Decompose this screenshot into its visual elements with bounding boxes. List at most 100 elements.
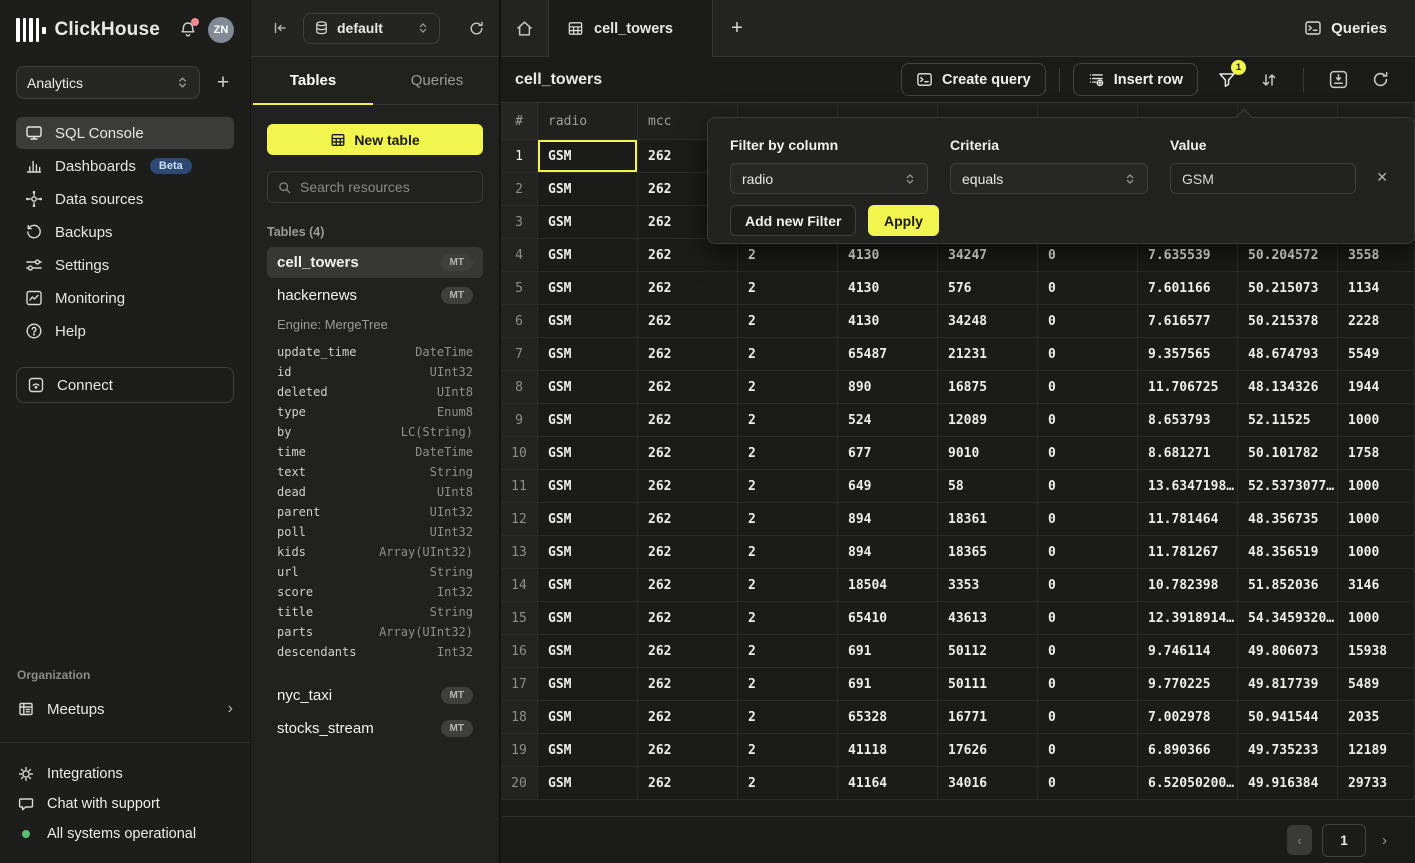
grid-cell[interactable]: 52.5373077… [1238,470,1338,503]
grid-cell[interactable]: 50.941544 [1238,701,1338,734]
grid-cell[interactable]: 1000 [1338,503,1415,536]
workspace-select[interactable]: Analytics [16,66,200,99]
grid-cell[interactable]: 2 [738,404,838,437]
grid-cell[interactable]: 262 [638,305,738,338]
grid-cell[interactable]: 18365 [938,536,1038,569]
grid-cell[interactable]: GSM [538,602,638,635]
grid-cell[interactable]: 50.101782 [1238,437,1338,470]
filter-button[interactable]: 1 [1214,67,1240,93]
column-header[interactable]: # [501,103,538,140]
new-table-button[interactable]: New table [267,124,483,155]
grid-cell[interactable]: 49.806073 [1238,635,1338,668]
grid-cell[interactable]: 16875 [938,371,1038,404]
grid-cell[interactable]: GSM [538,701,638,734]
row-number[interactable]: 5 [501,272,538,305]
grid-cell[interactable]: 0 [1038,635,1138,668]
row-number[interactable]: 10 [501,437,538,470]
grid-cell[interactable]: GSM [538,734,638,767]
grid-cell[interactable]: 11.706725 [1138,371,1238,404]
grid-cell[interactable]: 0 [1038,734,1138,767]
avatar[interactable]: ZN [208,17,234,43]
home-tab[interactable] [501,0,549,56]
grid-cell[interactable]: 8.653793 [1138,404,1238,437]
grid-cell[interactable]: 2 [738,371,838,404]
grid-cell[interactable]: 49.735233 [1238,734,1338,767]
grid-cell[interactable]: 524 [838,404,938,437]
grid-cell[interactable]: 34248 [938,305,1038,338]
grid-cell[interactable]: 9.357565 [1138,338,1238,371]
grid-cell[interactable]: 1000 [1338,602,1415,635]
grid-cell[interactable]: 262 [638,371,738,404]
grid-cell[interactable]: 43613 [938,602,1038,635]
row-number[interactable]: 7 [501,338,538,371]
grid-cell[interactable]: 50111 [938,668,1038,701]
sidebar-item-data-sources[interactable]: Data sources [16,183,234,215]
grid-cell[interactable]: 894 [838,536,938,569]
grid-cell[interactable]: 6.52050200… [1138,767,1238,800]
grid-cell[interactable]: GSM [538,338,638,371]
sort-button[interactable] [1256,67,1282,93]
add-new-filter-button[interactable]: Add new Filter [730,205,856,236]
grid-cell[interactable]: GSM [538,668,638,701]
grid-cell[interactable]: 576 [938,272,1038,305]
grid-cell[interactable]: GSM [538,272,638,305]
grid-cell[interactable]: 2035 [1338,701,1415,734]
grid-cell[interactable]: 11.781267 [1138,536,1238,569]
next-page-button[interactable]: › [1382,832,1387,849]
search-resources-box[interactable] [267,171,483,203]
grid-cell[interactable]: 262 [638,668,738,701]
row-number[interactable]: 20 [501,767,538,800]
row-number[interactable]: 11 [501,470,538,503]
grid-cell[interactable]: 3146 [1338,569,1415,602]
grid-cell[interactable]: 17626 [938,734,1038,767]
grid-cell[interactable]: 262 [638,503,738,536]
grid-cell[interactable]: 48.356519 [1238,536,1338,569]
grid-cell[interactable]: 41164 [838,767,938,800]
grid-cell[interactable]: 262 [638,272,738,305]
grid-cell[interactable]: 677 [838,437,938,470]
grid-cell[interactable]: 262 [638,602,738,635]
grid-cell[interactable]: 9010 [938,437,1038,470]
grid-cell[interactable]: GSM [538,767,638,800]
grid-cell[interactable]: 1000 [1338,470,1415,503]
grid-cell[interactable]: 1758 [1338,437,1415,470]
grid-cell[interactable]: GSM [538,140,638,173]
criteria-select[interactable]: equals [950,163,1148,194]
grid-cell[interactable]: 0 [1038,437,1138,470]
sidebar-item-meetups[interactable]: Meetups › [16,694,234,724]
refresh-tables-icon[interactable] [468,20,485,37]
grid-cell[interactable]: 262 [638,701,738,734]
grid-cell[interactable]: 48.356735 [1238,503,1338,536]
grid-cell[interactable]: 0 [1038,503,1138,536]
table-item-hackernews[interactable]: hackernews MT [267,280,483,311]
sidebar-item-backups[interactable]: Backups [16,216,234,248]
grid-cell[interactable]: 50.215073 [1238,272,1338,305]
download-button[interactable] [1325,67,1351,93]
tab-tables[interactable]: Tables [251,57,375,104]
grid-cell[interactable]: GSM [538,173,638,206]
row-number[interactable]: 6 [501,305,538,338]
tab-queries[interactable]: Queries [375,57,499,104]
add-service-button[interactable]: + [212,72,234,93]
grid-cell[interactable]: 2 [738,437,838,470]
grid-cell[interactable]: 890 [838,371,938,404]
grid-cell[interactable]: 2 [738,338,838,371]
remove-filter-icon[interactable]: ✕ [1376,170,1388,184]
grid-cell[interactable]: 894 [838,503,938,536]
grid-cell[interactable]: 58 [938,470,1038,503]
create-query-button[interactable]: Create query [901,63,1046,96]
grid-cell[interactable]: 2 [738,668,838,701]
grid-cell[interactable]: 0 [1038,404,1138,437]
filter-column-select[interactable]: radio [730,163,928,194]
sidebar-item-monitoring[interactable]: Monitoring [16,282,234,314]
grid-cell[interactable]: 2 [738,272,838,305]
insert-row-button[interactable]: Insert row [1073,63,1198,96]
sidebar-item-settings[interactable]: Settings [16,249,234,281]
grid-cell[interactable]: 65487 [838,338,938,371]
current-page[interactable]: 1 [1322,824,1366,857]
tab-cell-towers[interactable]: cell_towers [549,0,713,57]
table-item-nyc-taxi[interactable]: nyc_taxi MT [267,680,483,711]
grid-cell[interactable]: 0 [1038,569,1138,602]
grid-cell[interactable]: GSM [538,305,638,338]
system-status[interactable]: All systems operational [16,819,234,849]
